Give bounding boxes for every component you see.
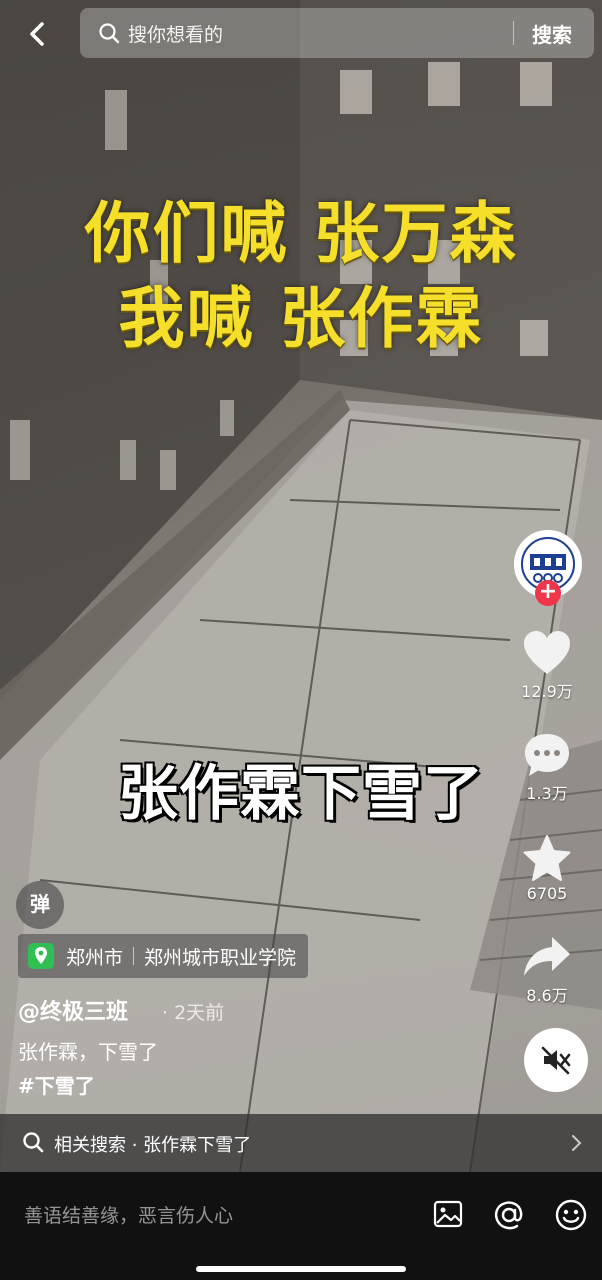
related-search-text: 相关搜索 · 张作霖下雪了 xyxy=(54,1135,252,1156)
search-divider xyxy=(513,21,514,45)
hashtag-link[interactable]: #下雪了 xyxy=(18,1070,95,1099)
comment-count: 1.3万 xyxy=(526,784,568,803)
search-icon xyxy=(23,1132,44,1153)
search-button[interactable]: 搜索 xyxy=(532,19,572,48)
video-caption-line1: 你们喊 张万森 xyxy=(84,194,518,272)
favorite-button[interactable]: 6705 xyxy=(492,834,602,903)
video-caption-line2: 我喊 张作霖 xyxy=(118,279,484,357)
like-button[interactable]: 12.9万 xyxy=(492,630,602,702)
comment-bubble-icon xyxy=(525,734,569,776)
chevron-right-icon xyxy=(572,1135,582,1151)
share-button[interactable]: 8.6万 xyxy=(492,934,602,1006)
location-city: 郑州市 xyxy=(66,946,124,969)
heart-icon xyxy=(524,631,570,674)
mute-button[interactable] xyxy=(524,1028,588,1092)
star-icon xyxy=(523,835,571,881)
follow-button[interactable]: + xyxy=(535,580,561,606)
location-pin-icon xyxy=(28,943,54,969)
image-icon[interactable] xyxy=(432,1198,464,1230)
post-time: · 2天前 xyxy=(162,1002,225,1024)
post-description: 张作霖，下雪了 xyxy=(18,1040,158,1064)
emoji-icon[interactable] xyxy=(554,1198,588,1232)
related-search-bar[interactable]: 相关搜索 · 张作霖下雪了 xyxy=(0,1114,602,1172)
location-divider xyxy=(133,947,135,965)
home-indicator xyxy=(196,1266,406,1272)
search-icon xyxy=(99,23,120,44)
speaker-muted-icon xyxy=(541,1046,571,1075)
search-input[interactable]: 搜你想看的 xyxy=(128,20,223,47)
share-count: 8.6万 xyxy=(526,986,568,1005)
danmu-toggle-button[interactable]: 弹 xyxy=(16,881,64,929)
back-arrow-icon xyxy=(30,22,44,46)
search-box[interactable]: 搜你想看的 搜索 xyxy=(80,8,594,58)
top-bar: 搜你想看的 搜索 xyxy=(0,8,602,60)
back-button[interactable] xyxy=(18,14,58,54)
comment-button[interactable]: 1.3万 xyxy=(492,732,602,804)
share-arrow-icon xyxy=(524,937,570,976)
author-name[interactable]: @终极三班 xyxy=(18,994,128,1026)
favorite-count: 6705 xyxy=(526,884,568,903)
location-place: 郑州城市职业学院 xyxy=(144,946,297,969)
comment-bar: 善语结善缘，恶言伤人心 xyxy=(0,1172,602,1280)
location-tag[interactable]: 郑州市 郑州城市职业学院 xyxy=(18,934,309,978)
like-count: 12.9万 xyxy=(521,682,573,701)
comment-input[interactable]: 善语结善缘，恶言伤人心 xyxy=(24,1201,233,1228)
at-icon[interactable] xyxy=(492,1198,526,1232)
